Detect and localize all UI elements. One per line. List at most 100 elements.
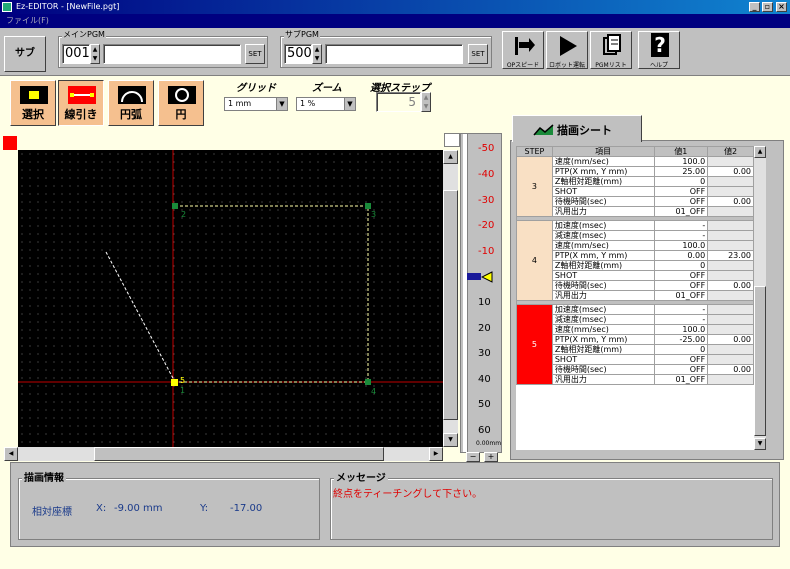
table-row[interactable]: 待機時間(sec) OFF 0.00 (517, 196, 754, 207)
val2-cell[interactable] (707, 220, 754, 231)
val1-cell[interactable]: 100.0 (653, 156, 709, 167)
val1-cell[interactable]: OFF (653, 280, 709, 291)
val1-cell[interactable]: 01_OFF (653, 206, 709, 217)
val1-cell[interactable]: OFF (653, 186, 709, 197)
sub-pgm-value[interactable]: 500 (284, 44, 312, 64)
scroll-up-button[interactable]: ▲ (443, 150, 458, 164)
tool-select-button[interactable]: 選択 (10, 80, 56, 126)
main-set-button[interactable]: SET (245, 44, 265, 64)
sheet-vscrollbar[interactable]: ▲ ▼ (754, 146, 766, 450)
main-pgm-value[interactable]: 001 (62, 44, 90, 64)
val2-cell[interactable]: 0.00 (707, 364, 754, 375)
table-row[interactable]: 汎用出力 01_OFF (517, 290, 754, 301)
tool-line-button[interactable]: 線引き (58, 80, 104, 126)
val1-cell[interactable]: 0 (653, 260, 709, 271)
val1-cell[interactable]: OFF (653, 354, 709, 365)
table-row[interactable]: 4 加速度(msec) - (516, 220, 754, 301)
val2-cell[interactable] (707, 260, 754, 271)
val1-cell[interactable]: 100.0 (653, 324, 709, 335)
close-button[interactable]: × (776, 2, 787, 12)
table-row[interactable]: PTP(X mm, Y mm) 25.00 0.00 (517, 166, 754, 177)
val1-cell[interactable]: - (653, 304, 709, 315)
grid-select[interactable]: 1 mm ▼ (224, 97, 288, 111)
val1-cell[interactable]: 0 (653, 176, 709, 187)
sheet-scroll-down[interactable]: ▼ (754, 438, 766, 450)
val2-cell[interactable] (707, 374, 754, 385)
table-row[interactable]: Z軸相対距離(mm) 0 (517, 344, 754, 355)
tool-circle-button[interactable]: 円 (158, 80, 204, 126)
val2-cell[interactable]: 23.00 (707, 250, 754, 261)
sub-pgm-name-input[interactable] (325, 44, 463, 64)
table-row[interactable]: 減速度(msec) - (517, 230, 754, 241)
step-value[interactable]: 5 (376, 92, 421, 112)
hscroll-thumb[interactable] (94, 447, 384, 461)
table-row[interactable]: 待機時間(sec) OFF 0.00 (517, 364, 754, 375)
canvas-hscrollbar[interactable]: ◀ ▶ (4, 447, 443, 461)
scroll-left-button[interactable]: ◀ (4, 447, 18, 461)
val1-cell[interactable]: 01_OFF (653, 374, 709, 385)
val2-cell[interactable] (707, 206, 754, 217)
val2-cell[interactable]: 0.00 (707, 196, 754, 207)
ruler-minus-button[interactable]: − (466, 452, 480, 462)
tool-arc-button[interactable]: 円弧 (108, 80, 154, 126)
val1-cell[interactable]: OFF (653, 270, 709, 281)
table-row[interactable]: 減速度(msec) - (517, 314, 754, 325)
table-row[interactable]: 汎用出力 01_OFF (517, 374, 754, 385)
point-marker[interactable] (172, 203, 178, 209)
tab-drawing-sheet[interactable]: 描画シート (512, 115, 642, 142)
val2-cell[interactable] (707, 270, 754, 281)
val2-cell[interactable]: 0.00 (707, 166, 754, 177)
table-row[interactable]: PTP(X mm, Y mm) 0.00 23.00 (517, 250, 754, 261)
sub-button[interactable]: サブ (4, 36, 46, 72)
table-row[interactable]: SHOT OFF (517, 354, 754, 365)
z-pointer-icon[interactable] (481, 271, 493, 283)
val2-cell[interactable] (707, 344, 754, 355)
val2-cell[interactable] (707, 354, 754, 365)
table-row[interactable]: Z軸相対距離(mm) 0 (517, 176, 754, 187)
val1-cell[interactable]: 0.00 (653, 250, 709, 261)
drawing-canvas[interactable]: 2 3 4 5 1 (18, 150, 443, 447)
table-row[interactable]: 5 加速度(msec) - (516, 304, 754, 385)
val2-cell[interactable] (707, 324, 754, 335)
val2-cell[interactable] (707, 230, 754, 241)
table-row[interactable]: 待機時間(sec) OFF 0.00 (517, 280, 754, 291)
vscroll-thumb[interactable] (443, 190, 458, 420)
maximize-button[interactable]: ▫ (762, 2, 773, 12)
step-spinner[interactable]: ▲ ▼ (421, 92, 431, 112)
table-row[interactable]: SHOT OFF (517, 270, 754, 281)
val1-cell[interactable]: 25.00 (653, 166, 709, 177)
val1-cell[interactable]: -25.00 (653, 334, 709, 345)
val2-cell[interactable] (707, 304, 754, 315)
table-row[interactable]: 速度(mm/sec) 100.0 (517, 240, 754, 251)
val1-cell[interactable]: - (653, 314, 709, 325)
zoom-select[interactable]: 1 % ▼ (296, 97, 356, 111)
val2-cell[interactable]: 0.00 (707, 280, 754, 291)
sub-pgm-spinner[interactable]: ▲ ▼ (312, 44, 322, 64)
val1-cell[interactable]: OFF (653, 364, 709, 375)
table-row[interactable]: Z軸相対距離(mm) 0 (517, 260, 754, 271)
val2-cell[interactable] (707, 156, 754, 167)
val1-cell[interactable]: 01_OFF (653, 290, 709, 301)
sheet-scroll-thumb[interactable] (754, 286, 766, 436)
robot-run-button[interactable]: ロボット運転 (546, 31, 588, 69)
ruler-plus-button[interactable]: + (484, 452, 498, 462)
main-pgm-name-input[interactable] (103, 44, 241, 64)
sub-set-button[interactable]: SET (468, 44, 488, 64)
canvas-vscrollbar[interactable]: ▲ ▼ (443, 150, 458, 447)
table-row[interactable]: 3 速度(mm/sec) 100.0 (516, 156, 754, 217)
table-row[interactable]: PTP(X mm, Y mm) -25.00 0.00 (517, 334, 754, 345)
val1-cell[interactable]: 100.0 (653, 240, 709, 251)
val1-cell[interactable]: - (653, 230, 709, 241)
sheet-scroll-up[interactable]: ▲ (754, 146, 766, 158)
main-pgm-spinner[interactable]: ▲ ▼ (90, 44, 100, 64)
scroll-down-button[interactable]: ▼ (443, 433, 458, 447)
menu-file[interactable]: ファイル(F) (6, 16, 49, 25)
val2-cell[interactable] (707, 176, 754, 187)
pgm-list-button[interactable]: PGMリスト (590, 31, 632, 69)
val2-cell[interactable] (707, 314, 754, 325)
minimize-button[interactable]: _ (749, 2, 760, 12)
table-row[interactable]: SHOT OFF (517, 186, 754, 197)
scroll-right-button[interactable]: ▶ (429, 447, 443, 461)
point-marker[interactable] (365, 379, 371, 385)
point-marker[interactable] (365, 203, 371, 209)
